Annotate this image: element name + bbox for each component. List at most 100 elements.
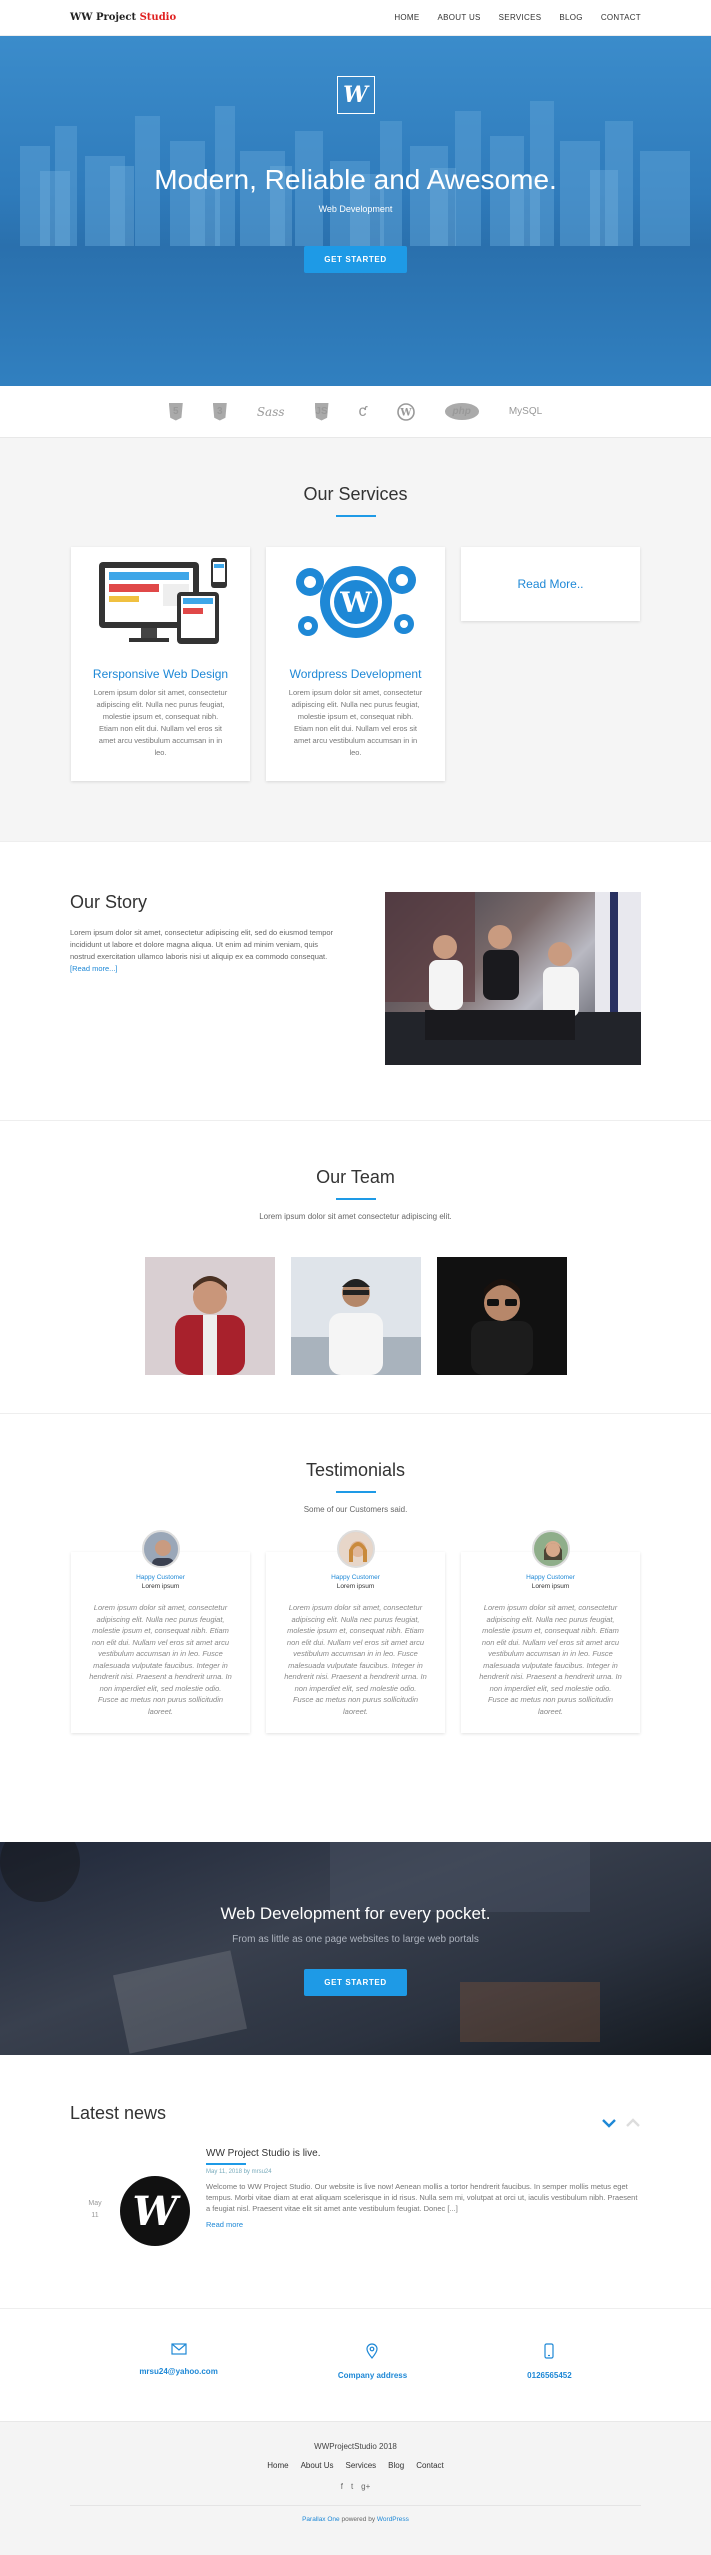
post-excerpt: Welcome to WW Project Studio. Our websit… — [206, 2181, 638, 2213]
logo-text: WW Project — [70, 12, 137, 23]
hero-subtitle: Web Development — [318, 204, 393, 214]
twitter-icon[interactable]: t — [351, 2482, 353, 2491]
testimonials-subtitle: Some of our Customers said. — [303, 1505, 408, 1514]
latest-news-section: Latest news May 11 W WW Project Studio i… — [0, 2055, 711, 2309]
hero-section: W Modern, Reliable and Awesome. Web Deve… — [0, 36, 711, 386]
nav-blog[interactable]: BLOG — [559, 13, 582, 22]
service-card-wordpress: W Wordpress Development Lorem ipsum dolo… — [266, 547, 445, 781]
google-plus-icon[interactable]: g+ — [361, 2482, 370, 2491]
testimonial-text: Lorem ipsum dolor sit amet, consectetur … — [284, 1603, 427, 1716]
envelope-icon — [170, 2343, 187, 2355]
team-subtitle: Lorem ipsum dolor sit amet consectetur a… — [259, 1212, 452, 1221]
title-underline — [335, 515, 376, 517]
read-more-card[interactable]: Read More.. — [461, 547, 640, 621]
facebook-icon[interactable]: f — [341, 2482, 343, 2491]
svg-text:W: W — [339, 586, 372, 619]
nav-home[interactable]: HOME — [394, 13, 419, 22]
contact-phone: 0126565452 — [527, 2343, 572, 2421]
service-card-web-design: Rersponsive Web Design Lorem ipsum dolor… — [71, 547, 250, 781]
chevron-up-icon[interactable] — [625, 2117, 641, 2129]
main-nav: HOME ABOUT US SERVICES BLOG CONTACT — [394, 13, 641, 22]
cta-title: Web Development for every pocket. — [220, 1904, 491, 1923]
phone-icon — [544, 2343, 555, 2359]
news-post: May 11 W WW Project Studio is live. May … — [70, 2148, 641, 2246]
footer-nav: Home About Us Services Blog Contact — [0, 2461, 711, 2470]
customer-name: Lorem ipsum — [531, 1583, 570, 1590]
social-links: f t g+ — [0, 2482, 711, 2491]
customer-avatar — [141, 1530, 180, 1568]
footer-nav-blog[interactable]: Blog — [388, 2461, 404, 2470]
page: WW Project Studio HOME ABOUT US SERVICES… — [0, 0, 711, 2555]
customer-avatar — [531, 1530, 570, 1568]
site-footer: WWProjectStudio 2018 Home About Us Servi… — [0, 2421, 711, 2555]
customer-avatar — [336, 1530, 375, 1568]
theme-link[interactable]: Parallax One — [302, 2516, 340, 2523]
call-to-action-section: Web Development for every pocket. From a… — [0, 1842, 711, 2055]
testimonials-title: Testimonials — [305, 1460, 406, 1480]
title-underline — [335, 1491, 376, 1493]
svg-text:W: W — [399, 407, 412, 418]
wordpress-link[interactable]: WordPress — [377, 2516, 409, 2523]
jquery-icon: ƈ — [358, 402, 367, 420]
powered-by-text: powered by — [341, 2516, 376, 2523]
news-title: Latest news — [70, 2103, 167, 2123]
technology-logos: 5 3 Sass JS ƈ W php MySQL — [0, 386, 711, 438]
map-pin-icon — [366, 2343, 379, 2359]
story-text: Lorem ipsum dolor sit amet, consectetur … — [70, 928, 334, 973]
javascript-icon: JS — [314, 402, 329, 421]
customer-name: Lorem ipsum — [336, 1583, 375, 1590]
post-thumbnail-logo[interactable]: W — [120, 2176, 190, 2246]
service-title[interactable]: Rersponsive Web Design — [71, 667, 250, 681]
responsive-devices-image — [71, 547, 250, 657]
post-meta: May 11, 2018 by mrsu24 — [206, 2168, 272, 2175]
team-member-photo[interactable] — [436, 1257, 567, 1375]
testimonial-text: Lorem ipsum dolor sit amet, consectetur … — [89, 1603, 232, 1716]
cta-get-started-button[interactable]: GET STARTED — [304, 1969, 407, 1996]
service-title[interactable]: Wordpress Development — [266, 667, 445, 681]
customer-role: Happy Customer — [136, 1574, 185, 1581]
team-group-photo — [385, 892, 641, 1065]
nav-services[interactable]: SERVICES — [499, 13, 542, 22]
nav-about-us[interactable]: ABOUT US — [438, 13, 481, 22]
story-read-more-link[interactable]: [Read more...] — [70, 964, 118, 973]
nav-contact[interactable]: CONTACT — [601, 13, 641, 22]
sass-icon: Sass — [256, 404, 285, 419]
news-slider-arrows — [601, 2117, 641, 2129]
company-address: Company address — [337, 2371, 408, 2380]
testimonial-card: Happy Customer Lorem ipsum Lorem ipsum d… — [461, 1530, 640, 1733]
contact-address: Company address — [338, 2343, 407, 2421]
footer-nav-about-us[interactable]: About Us — [301, 2461, 334, 2470]
chevron-down-icon[interactable] — [601, 2117, 617, 2129]
services-section: Our Services Rersponsive Web Design Lore… — [0, 438, 711, 841]
php-icon: php — [444, 403, 479, 420]
email-address[interactable]: mrsu24@yahoo.com — [139, 2367, 218, 2376]
footer-nav-contact[interactable]: Contact — [416, 2461, 444, 2470]
post-read-more-link[interactable]: Read more — [206, 2220, 243, 2229]
top-navbar: WW Project Studio HOME ABOUT US SERVICES… — [0, 0, 711, 36]
title-underline — [335, 1198, 376, 1200]
testimonials-section: Testimonials Some of our Customers said.… — [0, 1414, 711, 1842]
phone-number[interactable]: 0126565452 — [527, 2371, 572, 2380]
footer-nav-home[interactable]: Home — [267, 2461, 288, 2470]
get-started-button[interactable]: GET STARTED — [304, 246, 407, 273]
post-date: May 11 — [70, 2148, 120, 2246]
hero-logo-badge: W — [336, 76, 375, 114]
desk-laptop-background — [0, 1842, 600, 2054]
post-title[interactable]: WW Project Studio is live. — [206, 2148, 641, 2159]
contact-info: mrsu24@yahoo.com Company address 0126565… — [0, 2309, 711, 2421]
footer-title: WWProjectStudio 2018 — [314, 2442, 397, 2451]
service-description: Lorem ipsum dolor sit amet, consectetur … — [93, 688, 228, 757]
our-story-section: Our Story Lorem ipsum dolor sit amet, co… — [0, 841, 711, 1121]
testimonial-card: Happy Customer Lorem ipsum Lorem ipsum d… — [71, 1530, 250, 1733]
logo-accent-text: Studio — [139, 12, 177, 23]
team-member-photo[interactable] — [290, 1257, 421, 1375]
testimonial-card: Happy Customer Lorem ipsum Lorem ipsum d… — [266, 1530, 445, 1733]
mysql-icon: MySQL — [508, 406, 543, 417]
team-member-photo[interactable] — [144, 1257, 275, 1375]
footer-nav-services[interactable]: Services — [345, 2461, 376, 2470]
cta-subtitle: From as little as one page websites to l… — [232, 1934, 479, 1945]
customer-role: Happy Customer — [526, 1574, 575, 1581]
title-underline — [206, 2163, 246, 2165]
site-logo[interactable]: WW Project Studio — [70, 12, 176, 23]
wordpress-gears-image: W — [266, 547, 445, 657]
